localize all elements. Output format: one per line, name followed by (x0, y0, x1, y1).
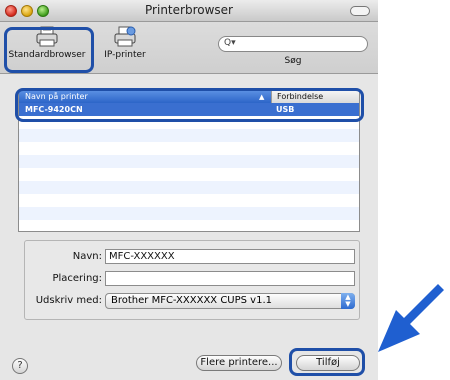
empty-row (19, 155, 359, 168)
print-with-value: Brother MFC-XXXXXX CUPS v1.1 (111, 295, 273, 306)
network-printer-icon (114, 26, 136, 47)
search-input[interactable]: Q▾ (218, 36, 368, 52)
location-field[interactable] (105, 271, 355, 286)
more-printers-button[interactable]: Flere printere... (196, 355, 282, 371)
highlight-standardbrowser (4, 27, 94, 73)
title-bar: Printerbrowser (0, 0, 378, 22)
name-field[interactable]: MFC-XXXXXX (105, 249, 355, 264)
print-with-label: Udskriv med: (35, 295, 102, 306)
location-label: Placering: (52, 273, 102, 284)
toolbar-ip-printer[interactable]: IP-printer (95, 26, 155, 60)
pointer-arrow-icon (378, 284, 444, 352)
toolbar-ip-printer-label: IP-printer (104, 50, 146, 60)
toolbar-search-label: Søg (284, 56, 302, 66)
popup-arrows-icon: ▲ ▼ (341, 293, 355, 309)
empty-row (19, 129, 359, 142)
empty-row (19, 207, 359, 220)
empty-row (19, 181, 359, 194)
highlight-add-button (289, 348, 365, 376)
help-button[interactable]: ? (12, 358, 28, 374)
window-title: Printerbrowser (145, 3, 233, 17)
search-icon: Q▾ (224, 38, 236, 48)
print-with-popup[interactable]: Brother MFC-XXXXXX CUPS v1.1 ▲ ▼ (105, 293, 355, 309)
toolbar-toggle-button[interactable] (350, 6, 370, 16)
toolbar-search: Q▾ Søg (214, 26, 372, 66)
name-label: Navn: (72, 251, 102, 262)
printer-settings-panel: Navn: MFC-XXXXXX Placering: Udskriv med:… (24, 240, 360, 320)
highlight-printer-row (15, 88, 364, 122)
